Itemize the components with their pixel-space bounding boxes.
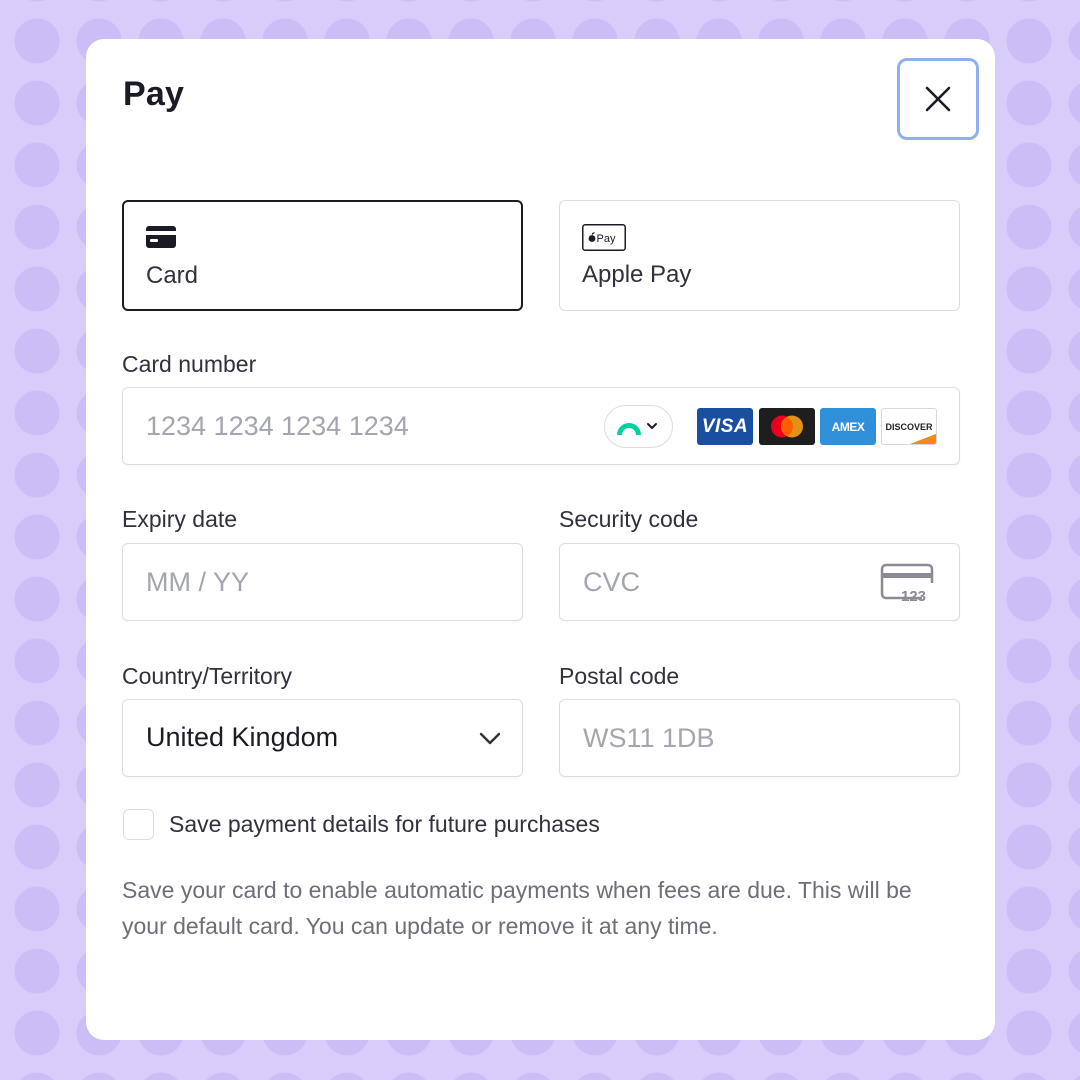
discover-logo-icon: DISCOVER [881, 408, 937, 445]
security-code-input[interactable]: CVC 123 [559, 543, 960, 621]
country-label: Country/Territory [122, 663, 292, 689]
postal-code-input[interactable]: WS11 1DB [559, 699, 960, 777]
chevron-down-icon [479, 732, 501, 745]
payment-method-card[interactable]: Card [122, 200, 523, 311]
link-autofill-button[interactable] [604, 405, 673, 448]
mastercard-logo-icon [759, 408, 815, 445]
cvc-icon-text: 123 [901, 588, 926, 603]
card-number-label: Card number [122, 351, 257, 377]
expiry-date-label: Expiry date [122, 506, 238, 532]
apple-pay-icon-text: Pay [597, 233, 616, 245]
security-code-label: Security code [559, 506, 699, 532]
apple-pay-icon: Pay [582, 224, 626, 251]
amex-logo-icon: AMEX [820, 408, 876, 445]
payment-method-apple-pay[interactable]: Pay Apple Pay [559, 200, 960, 311]
close-button[interactable] [897, 58, 979, 140]
card-number-input[interactable]: 1234 1234 1234 1234 VISA AMEX DISCOVER [122, 387, 960, 465]
visa-logo-icon: VISA [697, 408, 753, 445]
dialog-title: Pay [123, 75, 185, 113]
postal-code-placeholder: WS11 1DB [583, 723, 715, 753]
country-select-value: United Kingdom [146, 722, 339, 752]
payment-method-card-label: Card [146, 262, 199, 289]
expiry-date-input[interactable]: MM / YY [122, 543, 523, 621]
payment-method-apple-pay-label: Apple Pay [582, 261, 692, 288]
save-details-label: Save payment details for future purchase… [169, 811, 600, 837]
card-icon [146, 226, 176, 248]
country-select[interactable]: United Kingdom [122, 699, 523, 777]
link-icon [617, 423, 657, 435]
security-code-placeholder: CVC [583, 567, 641, 597]
payment-dialog: Pay Card Pay Apple Pay Card number 1234 … [86, 39, 995, 1040]
cvc-icon: 123 [880, 563, 934, 603]
save-details-checkbox[interactable] [123, 809, 154, 840]
postal-code-label: Postal code [559, 663, 680, 689]
expiry-date-placeholder: MM / YY [146, 567, 250, 597]
close-icon [925, 86, 951, 112]
card-number-placeholder: 1234 1234 1234 1234 [146, 411, 409, 441]
save-card-help-text: Save your card to enable automatic payme… [122, 877, 912, 939]
